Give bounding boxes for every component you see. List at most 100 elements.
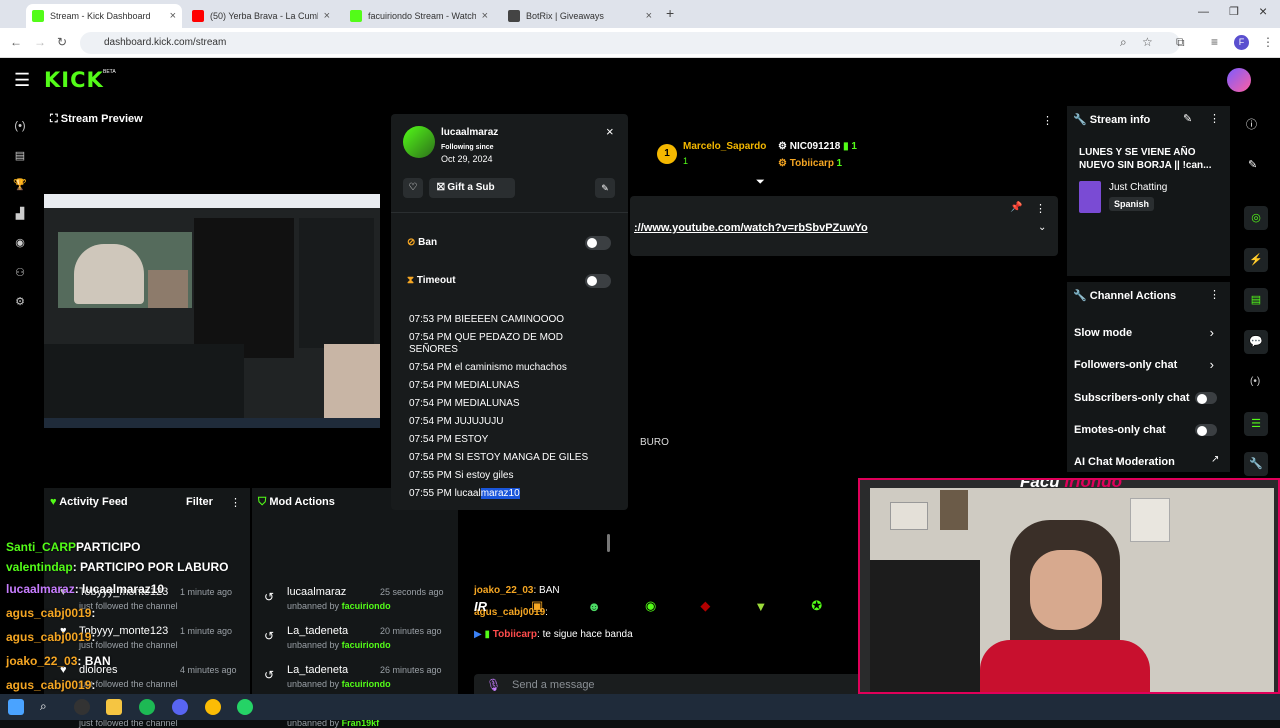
discord-icon[interactable] [172,699,188,715]
subscribers-only-toggle[interactable] [1195,392,1217,404]
mod-action-user[interactable]: La_tadeneta [287,664,348,676]
whatsapp-icon[interactable] [237,699,253,715]
ir-emote-icon[interactable]: IR [474,599,487,614]
close-tab-icon[interactable]: × [646,10,652,22]
spotify-icon[interactable] [139,699,155,715]
bookmark-star-icon[interactable]: ☆ [1142,35,1153,49]
chat-bubble-icon[interactable]: 💬 [1244,330,1268,354]
activity-menu-icon[interactable]: ⋮ [230,496,241,509]
media-icon[interactable]: ≡ [1211,35,1218,49]
zoom-icon[interactable]: ⌕ [1120,35,1127,50]
chrome-icon[interactable] [205,699,221,715]
taskbar-search-icon[interactable]: ⌕ [40,699,47,714]
close-card-icon[interactable]: × [606,124,614,139]
pinned-menu-icon[interactable]: ⋮ [1035,202,1046,215]
mod-action-user[interactable]: La_tadeneta [287,625,348,637]
external-link-icon[interactable]: ↗ [1211,454,1219,465]
edit-pencil-icon[interactable]: ✎ [1183,112,1192,125]
camera-toggle-icon[interactable]: ◎ [1244,206,1268,230]
address-bar[interactable]: dashboard.kick.com/stream [80,32,1180,54]
mic-icon[interactable]: 🎙 [486,678,501,692]
close-tab-icon[interactable]: × [170,10,176,22]
close-window-icon[interactable]: × [1259,3,1267,19]
tab-youtube[interactable]: (50) Yerba Brava - La Cumbia de × [186,4,336,28]
message-history-scrollbar[interactable] [607,534,610,552]
timeout-toggle[interactable] [585,274,611,288]
stack-icon[interactable]: ☰ [1244,412,1268,436]
language-badge: Spanish [1109,197,1155,211]
kick-logo[interactable]: KICK [44,68,104,92]
follow-heart-icon[interactable]: ♡ [403,178,423,198]
profile-avatar[interactable]: F [1234,35,1249,50]
filter-button[interactable]: Filter [186,496,213,508]
card-action-icon[interactable]: ✎ [595,178,615,198]
minimize-window-icon[interactable]: — [1198,6,1209,18]
user-avatar[interactable] [1227,68,1251,92]
overlay-chat-line: agus_cabj0019: [6,606,96,620]
close-tab-icon[interactable]: × [324,10,330,22]
tools-icon[interactable]: 🔧 [1244,452,1268,476]
pinned-link[interactable]: ://www.youtube.com/watch?v=rbSbvPZuwYo [634,222,868,234]
collapse-icon[interactable]: ⏷ [756,176,765,189]
face-emote-icon[interactable]: ☻ [587,599,601,614]
top-gifter-name[interactable]: Marcelo_Sapardo [683,141,766,152]
back-icon[interactable]: ← [10,35,22,49]
chat-username[interactable]: joako_22_03 [474,585,534,596]
hamburger-menu-icon[interactable]: ☰ [14,70,30,91]
tab-kick-dashboard[interactable]: Stream - Kick Dashboard × [26,4,182,28]
stream-preview-video[interactable] [44,194,380,428]
ban-toggle[interactable] [585,236,611,250]
chat-username[interactable]: Tobiicarp [493,629,537,640]
chevron-right-icon[interactable]: › [1210,325,1214,340]
selected-text[interactable]: maraz10 [480,488,520,499]
windows-start-icon[interactable] [8,699,24,715]
followers-only-label[interactable]: Followers-only chat [1074,359,1177,371]
mod-action-user[interactable]: lucaalmaraz [287,586,346,598]
community-icon[interactable]: ▟ [11,207,29,220]
users-icon[interactable]: ⚇ [11,266,29,279]
gift-sub-button[interactable]: ⛝ Gift a Sub [429,178,515,198]
cup-emote-icon[interactable]: ▼ [754,599,767,614]
extensions-icon[interactable]: ⧉ [1176,35,1185,50]
channel-actions-menu-icon[interactable]: ⋮ [1209,288,1220,301]
gifter-2: ⚙ NIC091218 ▮ 1 [778,141,857,152]
tab-facuiriondo-stream[interactable]: facuiriondo Stream - Watch Live × [344,4,494,28]
stream-info-menu-icon[interactable]: ⋮ [1209,112,1220,125]
camera-icon[interactable]: ◉ [11,236,29,249]
pin-icon[interactable]: 📌 [1010,202,1022,213]
channel-actions-title: Channel Actions [1089,290,1177,302]
chevron-right-icon[interactable]: › [1210,357,1214,372]
red-emote-icon[interactable]: ◆ [700,598,710,614]
analytics-icon[interactable]: ▤ [11,149,29,162]
trophy-icon[interactable]: 🏆 [11,178,29,191]
tab-botrix[interactable]: BotRix | Giveaways × [502,4,658,28]
info-icon[interactable]: ⓘ [1246,116,1257,132]
lightning-icon[interactable]: ⚡ [1244,248,1268,272]
new-tab-button[interactable]: + [666,5,674,21]
reload-icon[interactable]: ↻ [57,35,67,49]
notes-icon[interactable]: ▤ [1244,288,1268,312]
obs-icon[interactable] [74,699,90,715]
chat-menu-icon[interactable]: ⋮ [1042,114,1053,127]
expand-chevron-icon[interactable]: ⌄ [1038,222,1046,233]
file-explorer-icon[interactable] [106,699,122,715]
category-name[interactable]: Just Chatting [1109,182,1167,193]
kick-emote-icon[interactable]: ✪ [811,598,822,614]
broadcast-icon[interactable]: (•) [1250,376,1260,387]
forward-icon[interactable]: → [34,35,46,49]
emotes-only-toggle[interactable] [1195,424,1217,436]
pencil-icon[interactable]: ✎ [1248,158,1257,171]
green-emote-icon[interactable]: ◉ [645,598,656,614]
moderator-name[interactable]: facuiriondo [342,601,391,611]
stream-icon[interactable]: (•) [11,120,29,132]
moderator-name[interactable]: facuiriondo [342,640,391,650]
box-emote-icon[interactable]: ▣ [531,598,543,614]
restore-window-icon[interactable]: ❐ [1229,5,1239,18]
slow-mode-label[interactable]: Slow mode [1074,327,1132,339]
browser-menu-icon[interactable]: ⋮ [1262,35,1274,49]
ai-moderation-label[interactable]: AI Chat Moderation [1074,456,1175,468]
settings-gear-icon[interactable]: ⚙ [11,295,29,308]
close-tab-icon[interactable]: × [482,10,488,22]
moderator-name[interactable]: facuiriondo [342,679,391,689]
windows-taskbar: ⌕ [0,694,1280,720]
